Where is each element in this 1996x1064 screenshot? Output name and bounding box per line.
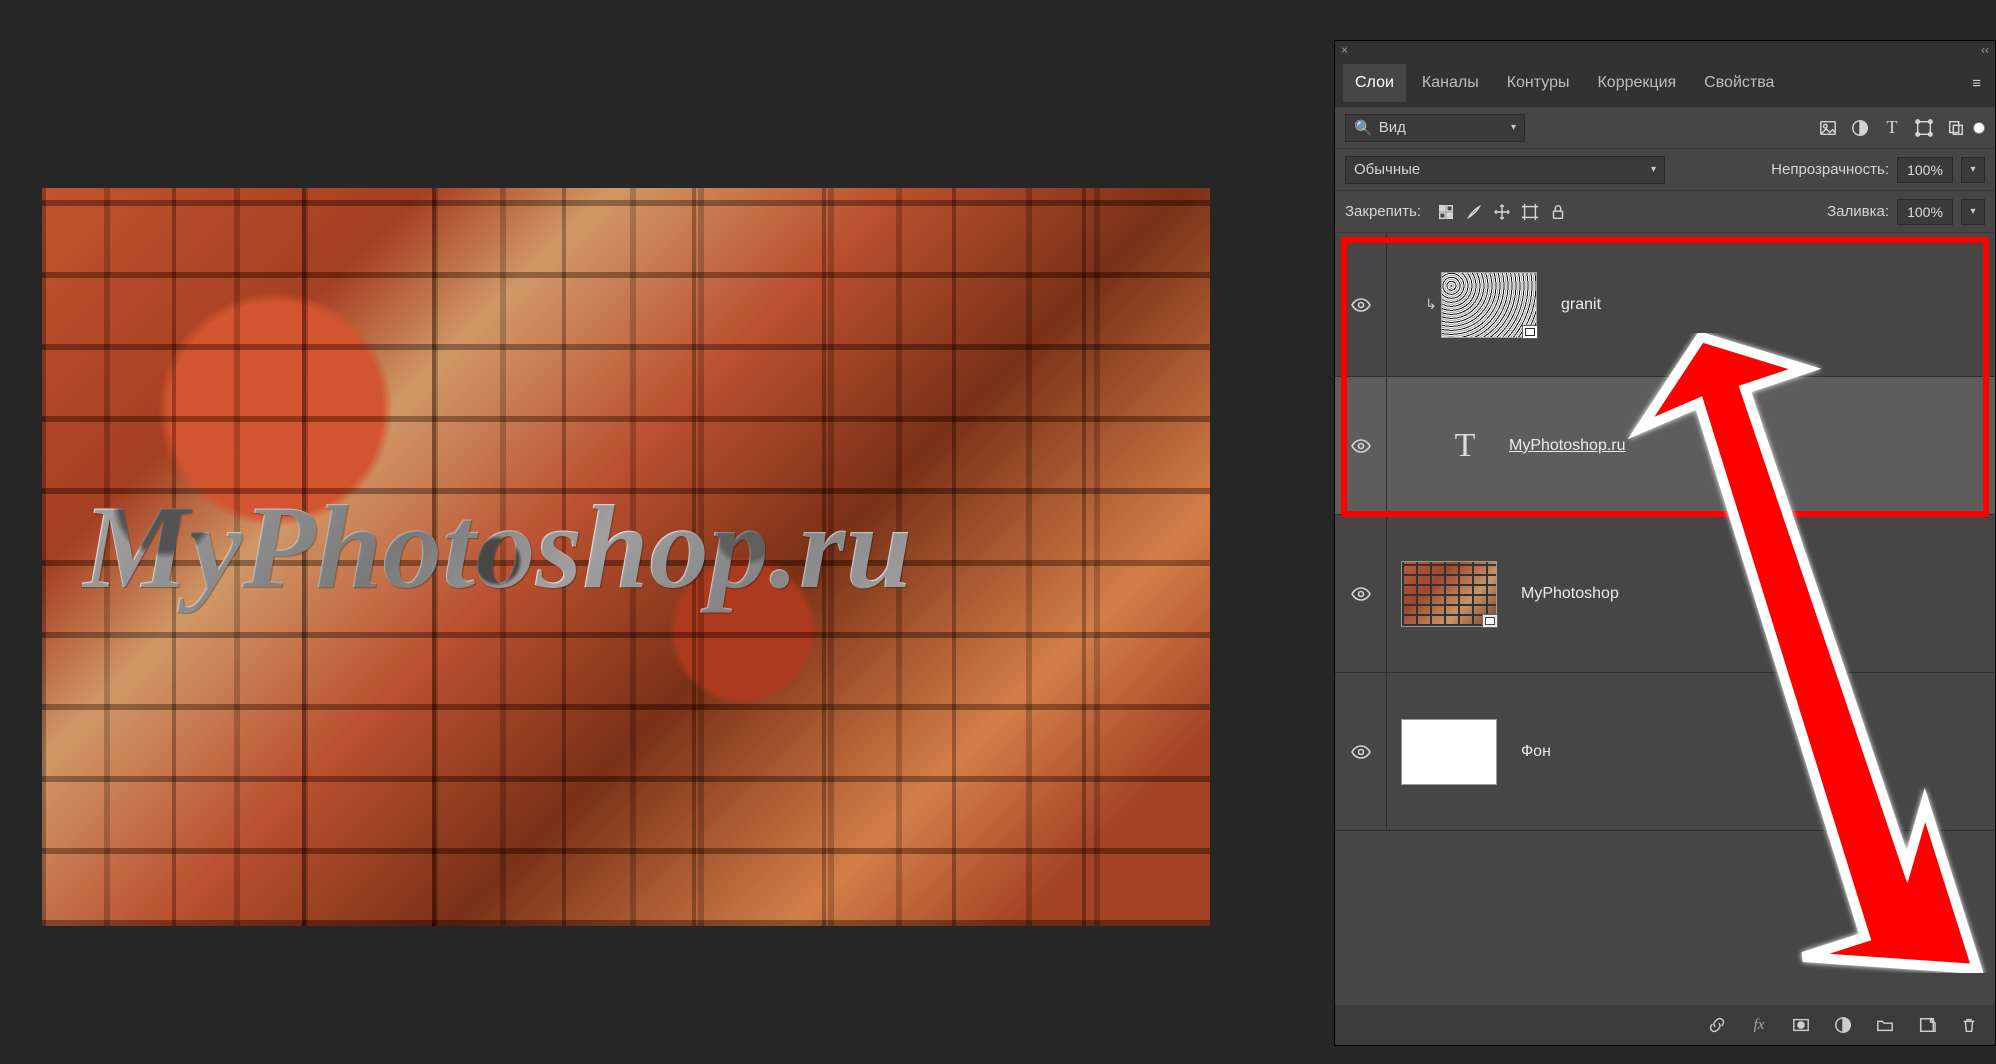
tab-channels[interactable]: Каналы (1410, 64, 1491, 102)
blend-mode-value: Обычные (1354, 161, 1420, 178)
layer-row-text[interactable]: T MyPhotoshop.ru (1335, 377, 1995, 515)
opacity-field[interactable]: 100% (1897, 157, 1953, 183)
link-layers-icon[interactable] (1707, 1015, 1727, 1035)
panel-menu-icon[interactable]: ≡ (1966, 69, 1987, 98)
panel-top-strip: × ‹‹ (1335, 41, 1995, 59)
lock-all-icon[interactable] (1549, 203, 1567, 221)
document-canvas[interactable]: MyPhotoshop.ru (42, 188, 1210, 926)
opacity-chevron[interactable]: ▾ (1961, 157, 1985, 183)
lock-artboard-icon[interactable] (1521, 203, 1539, 221)
lock-move-icon[interactable] (1493, 203, 1511, 221)
lock-brush-icon[interactable] (1465, 203, 1483, 221)
filter-toggle-dot[interactable] (1973, 122, 1985, 134)
visibility-eye-icon[interactable] (1351, 298, 1371, 312)
blend-mode-select[interactable]: Обычные ▾ (1345, 156, 1665, 184)
filter-adjust-icon[interactable] (1851, 119, 1869, 137)
filter-type-icon[interactable]: T (1883, 119, 1901, 137)
fill-field[interactable]: 100% (1897, 199, 1953, 225)
blend-row: Обычные ▾ Непрозрачность: 100% ▾ (1335, 149, 1995, 191)
filter-row: 🔍 Вид ▾ T (1335, 107, 1995, 149)
tab-adjustments[interactable]: Коррекция (1585, 64, 1688, 102)
kind-select[interactable]: 🔍 Вид ▾ (1345, 114, 1525, 142)
opacity-label: Непрозрачность: (1771, 161, 1889, 178)
canvas-text-layer: MyPhotoshop.ru (82, 478, 912, 616)
close-icon[interactable]: × (1341, 43, 1348, 57)
kind-select-label: Вид (1373, 119, 1511, 136)
new-group-icon[interactable] (1875, 1015, 1895, 1035)
visibility-eye-icon[interactable] (1351, 439, 1371, 453)
layer-name[interactable]: granit (1561, 296, 1601, 314)
chevron-down-icon: ▾ (1651, 164, 1656, 175)
tab-paths[interactable]: Контуры (1495, 64, 1582, 102)
lock-row: Закрепить: Заливка: 100% ▾ (1335, 191, 1995, 233)
type-layer-icon[interactable]: T (1445, 427, 1485, 465)
filter-smart-icon[interactable] (1947, 119, 1965, 137)
add-mask-icon[interactable] (1791, 1015, 1811, 1035)
panel-bottom-bar: fx (1335, 1005, 1995, 1045)
smart-object-badge-icon (1522, 325, 1538, 339)
fill-label: Заливка: (1827, 203, 1889, 220)
chevron-down-icon: ▾ (1511, 122, 1516, 133)
layer-thumb-granit[interactable] (1441, 272, 1537, 338)
layer-row-background[interactable]: Фон (1335, 673, 1995, 831)
tab-properties[interactable]: Свойства (1692, 64, 1786, 102)
filter-image-icon[interactable] (1819, 119, 1837, 137)
layer-row-granit[interactable]: ↳ granit (1335, 233, 1995, 377)
layer-row-bricks[interactable]: MyPhotoshop (1335, 515, 1995, 673)
layer-thumb-bricks[interactable] (1401, 561, 1497, 627)
layer-list: ↳ granit T MyPhotoshop.ru MyPhotoshop Фо… (1335, 233, 1995, 1005)
tab-layers[interactable]: Слои (1343, 64, 1406, 102)
fill-chevron[interactable]: ▾ (1961, 199, 1985, 225)
visibility-eye-icon[interactable] (1351, 745, 1371, 759)
layer-name[interactable]: MyPhotoshop.ru (1509, 437, 1626, 455)
visibility-eye-icon[interactable] (1351, 587, 1371, 601)
lock-pixels-icon[interactable] (1437, 203, 1455, 221)
smart-object-badge-icon (1482, 614, 1498, 628)
new-layer-icon[interactable] (1917, 1015, 1937, 1035)
new-adjustment-icon[interactable] (1833, 1015, 1853, 1035)
filter-icons: T (1819, 119, 1965, 137)
collapse-icon[interactable]: ‹‹ (1981, 43, 1989, 57)
layer-thumb-background[interactable] (1401, 719, 1497, 785)
clip-indicator-icon: ↳ (1421, 296, 1441, 313)
layer-name[interactable]: Фон (1521, 743, 1551, 761)
layer-fx-icon[interactable]: fx (1749, 1015, 1769, 1035)
delete-layer-icon[interactable] (1959, 1015, 1979, 1035)
search-icon: 🔍 (1354, 119, 1373, 137)
layer-name[interactable]: MyPhotoshop (1521, 585, 1619, 603)
panel-tab-bar: Слои Каналы Контуры Коррекция Свойства ≡ (1335, 59, 1995, 107)
filter-shape-icon[interactable] (1915, 119, 1933, 137)
lock-label: Закрепить: (1345, 203, 1421, 220)
layers-panel: × ‹‹ Слои Каналы Контуры Коррекция Свойс… (1334, 40, 1996, 1046)
